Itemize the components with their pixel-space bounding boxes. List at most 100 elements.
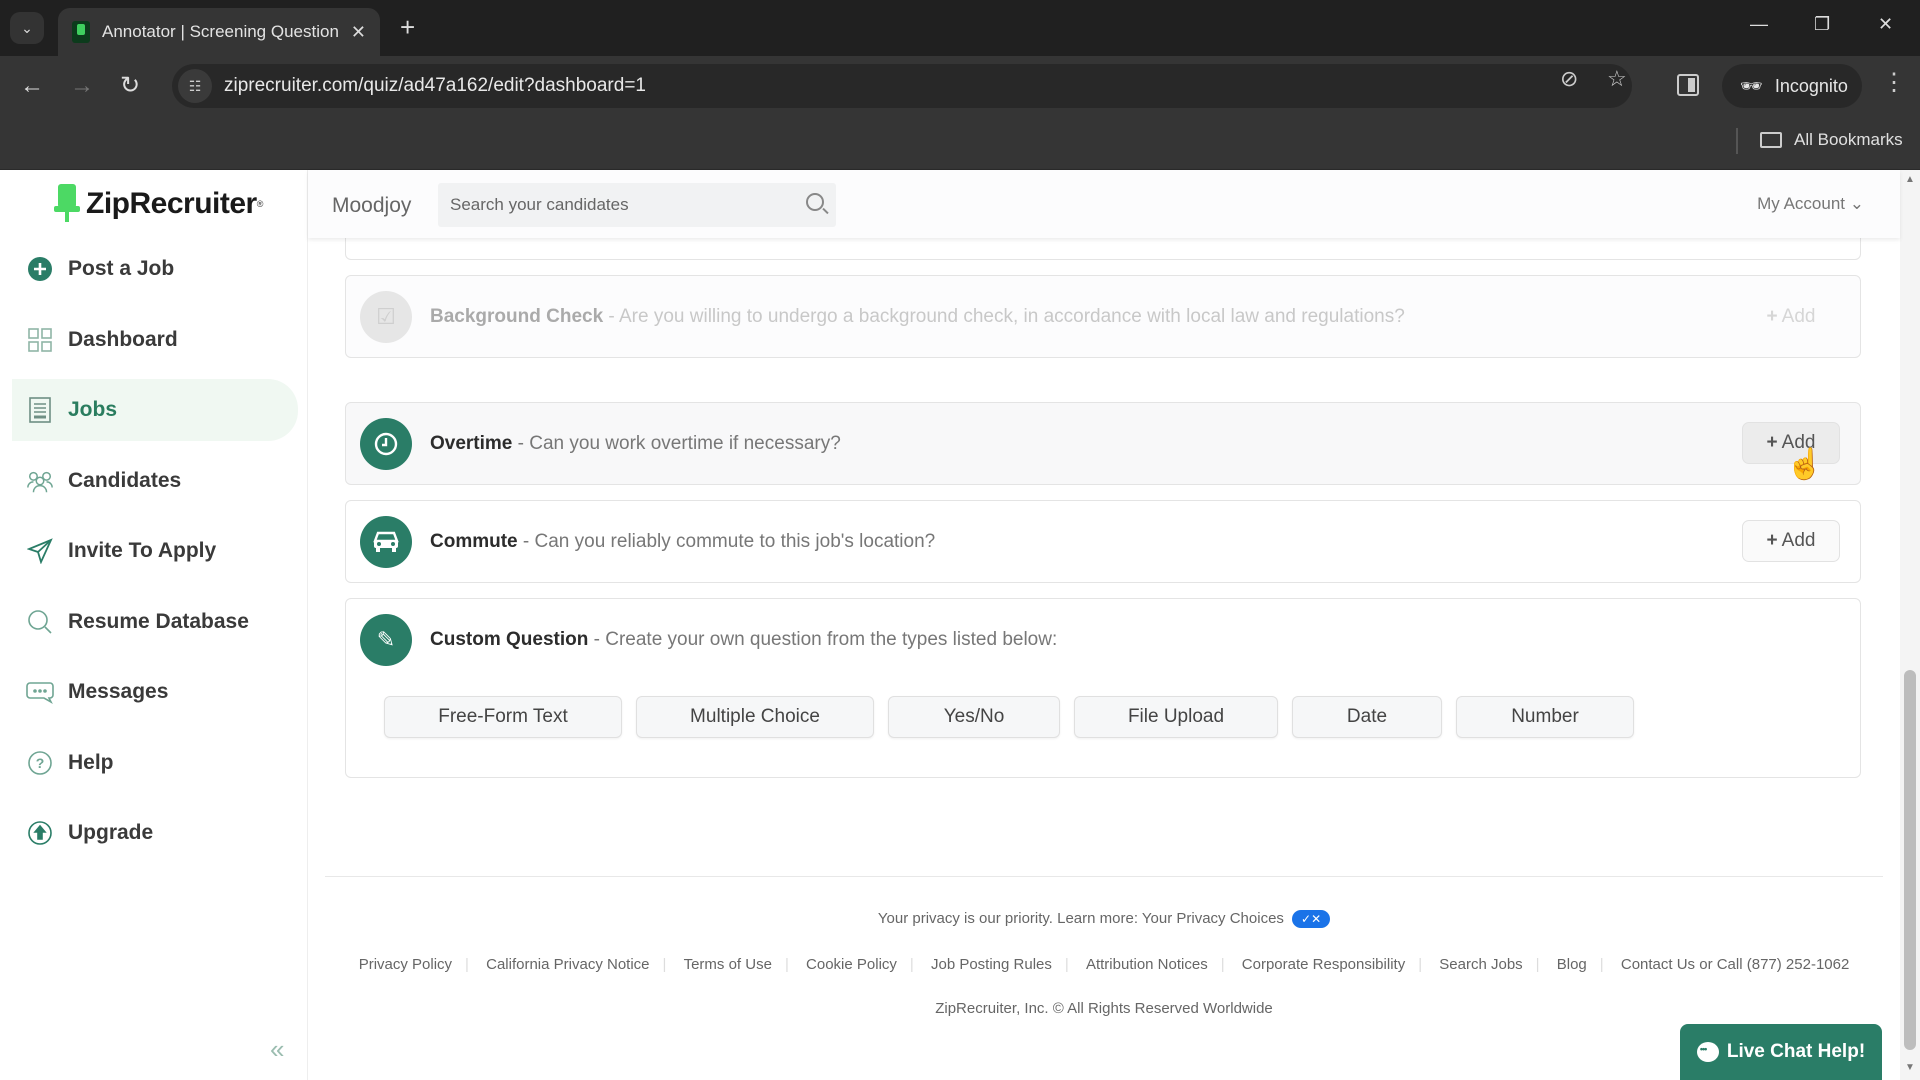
footer-divider xyxy=(325,876,1883,877)
footer-link-job-posting-rules[interactable]: Job Posting Rules xyxy=(931,956,1052,973)
footer-link-california-privacy[interactable]: California Privacy Notice xyxy=(486,956,649,973)
all-bookmarks-button[interactable]: All Bookmarks xyxy=(1760,130,1903,150)
sidebar-item-messages[interactable]: Messages xyxy=(12,661,298,723)
ziprecruiter-logo[interactable]: ZipRecruiter ® xyxy=(54,184,263,224)
page-scrollbar[interactable]: ▲ ▼ xyxy=(1900,170,1920,1080)
favicon-icon xyxy=(72,21,90,43)
help-icon: ? xyxy=(26,749,54,777)
browser-tab[interactable]: Annotator | Screening Question ✕ xyxy=(58,8,380,56)
privacy-choices-toggle-icon[interactable]: ✓✕ xyxy=(1292,910,1331,929)
omnibox[interactable]: ☷ ziprecruiter.com/quiz/ad47a162/edit?da… xyxy=(172,64,1632,108)
incognito-badge[interactable]: 🕶 Incognito xyxy=(1722,64,1862,108)
plus-icon: + xyxy=(1766,306,1778,327)
star-icon[interactable]: ☆ xyxy=(1607,66,1627,92)
new-tab-button[interactable]: + xyxy=(400,12,415,42)
close-tab-icon[interactable]: ✕ xyxy=(351,22,366,43)
live-chat-button[interactable]: Live Chat Help! xyxy=(1680,1024,1882,1080)
question-card-overtime: Overtime - Can you work overtime if nece… xyxy=(345,402,1861,485)
my-account-label: My Account xyxy=(1757,194,1846,213)
checkbox-icon: ☑ xyxy=(360,291,412,343)
footer-link-terms[interactable]: Terms of Use xyxy=(684,956,772,973)
eye-off-icon[interactable]: ⊘ xyxy=(1560,66,1578,92)
close-window-icon[interactable]: ✕ xyxy=(1878,14,1893,35)
footer-link-search-jobs[interactable]: Search Jobs xyxy=(1439,956,1522,973)
sidebar-item-label: Dashboard xyxy=(68,327,178,351)
chat-bubble-icon xyxy=(1696,1042,1719,1062)
type-free-form-text-button[interactable]: Free-Form Text xyxy=(384,696,622,738)
question-text: Commute - Can you reliably commute to th… xyxy=(430,531,936,552)
clock-icon xyxy=(360,418,412,470)
back-icon[interactable]: ← xyxy=(20,72,44,100)
collapse-sidebar-icon[interactable]: « xyxy=(270,1034,284,1065)
type-file-upload-button[interactable]: File Upload xyxy=(1074,696,1278,738)
scroll-thumb[interactable] xyxy=(1904,670,1916,1050)
address-bar-row: ← → ↻ ☷ ziprecruiter.com/quiz/ad47a162/e… xyxy=(0,56,1920,116)
pencil-icon: ✎ xyxy=(360,614,412,666)
add-background-check-button: + Add xyxy=(1742,296,1840,338)
scroll-up-icon[interactable]: ▲ xyxy=(1905,174,1915,185)
sidebar-item-resume-database[interactable]: Resume Database xyxy=(12,591,298,653)
site-settings-icon[interactable]: ☷ xyxy=(178,69,212,103)
scroll-down-icon[interactable]: ▼ xyxy=(1905,1062,1915,1073)
separator: | xyxy=(1535,956,1540,973)
search-icon[interactable] xyxy=(806,193,824,211)
document-icon xyxy=(26,396,54,424)
privacy-choices-link[interactable]: Your Privacy Choices xyxy=(1142,910,1284,927)
sidebar-item-label: Resume Database xyxy=(68,609,249,633)
type-number-button[interactable]: Number xyxy=(1456,696,1634,738)
logo-text: ZipRecruiter xyxy=(86,187,257,220)
sidebar-item-label: Post a Job xyxy=(68,257,175,280)
url-text[interactable]: ziprecruiter.com/quiz/ad47a162/edit?dash… xyxy=(224,75,646,97)
upgrade-icon xyxy=(26,819,54,847)
footer-link-attribution[interactable]: Attribution Notices xyxy=(1086,956,1208,973)
sidebar-item-upgrade[interactable]: Upgrade xyxy=(12,802,298,864)
footer-link-contact[interactable]: Contact Us or Call (877) 252-1062 xyxy=(1621,956,1849,973)
footer-link-blog[interactable]: Blog xyxy=(1557,956,1587,973)
chat-icon xyxy=(26,678,54,706)
custom-question-text: Custom Question - Create your own questi… xyxy=(430,629,1058,650)
separator: | xyxy=(1064,956,1069,973)
sidebar-item-invite-to-apply[interactable]: Invite To Apply xyxy=(12,520,298,582)
svg-text:?: ? xyxy=(36,755,45,771)
folder-icon xyxy=(1760,132,1782,148)
separator: | xyxy=(465,956,469,973)
type-date-button[interactable]: Date xyxy=(1292,696,1442,738)
grid-icon xyxy=(26,326,54,354)
bookmarks-bar: All Bookmarks xyxy=(0,116,1920,170)
minimize-icon[interactable]: — xyxy=(1750,14,1768,35)
footer-link-corporate-responsibility[interactable]: Corporate Responsibility xyxy=(1242,956,1405,973)
live-chat-label: Live Chat Help! xyxy=(1726,1041,1866,1062)
menu-icon[interactable]: ⋮ xyxy=(1882,68,1906,97)
question-text: Overtime - Can you work overtime if nece… xyxy=(430,433,841,454)
sidebar-item-dashboard[interactable]: Dashboard xyxy=(12,309,298,371)
sidebar-item-post-a-job[interactable]: Post a Job xyxy=(12,238,298,300)
footer-link-privacy-policy[interactable]: Privacy Policy xyxy=(359,956,452,973)
footer-links: Privacy Policy | California Privacy Notic… xyxy=(308,956,1900,973)
sidebar-item-candidates[interactable]: Candidates xyxy=(12,450,298,512)
type-yes-no-button[interactable]: Yes/No xyxy=(888,696,1060,738)
sidebar-item-label: Help xyxy=(68,750,114,774)
add-commute-button[interactable]: + Add xyxy=(1742,520,1840,562)
type-multiple-choice-button[interactable]: Multiple Choice xyxy=(636,696,874,738)
side-panel-icon[interactable] xyxy=(1677,74,1699,96)
separator: | xyxy=(784,956,789,973)
restore-icon[interactable]: ❐ xyxy=(1814,14,1830,35)
sidebar-item-label: Messages xyxy=(68,680,169,703)
candidate-search xyxy=(438,183,836,227)
hand-cursor-icon: ☝ xyxy=(1786,448,1824,481)
privacy-notice: Your privacy is our priority. Learn more… xyxy=(308,910,1900,929)
sidebar-item-jobs[interactable]: Jobs xyxy=(12,379,298,441)
reload-icon[interactable]: ↻ xyxy=(120,72,140,100)
tab-search-button[interactable]: ⌄ xyxy=(10,12,44,44)
my-account-dropdown[interactable]: My Account ⌄ xyxy=(1757,194,1864,214)
sidebar-item-help[interactable]: ? Help xyxy=(12,732,298,794)
forward-icon[interactable]: → xyxy=(70,72,94,100)
privacy-text: Your privacy is our priority. Learn more… xyxy=(877,910,1138,927)
search-icon xyxy=(26,608,54,636)
search-input[interactable] xyxy=(450,195,790,215)
sidebar-item-label: Upgrade xyxy=(68,821,154,844)
main-content: 🎓 Education - Have you completed the fol… xyxy=(308,170,1900,1080)
footer-link-cookie-policy[interactable]: Cookie Policy xyxy=(806,956,897,973)
chair-logo-icon xyxy=(54,184,80,224)
separator: | xyxy=(909,956,914,973)
